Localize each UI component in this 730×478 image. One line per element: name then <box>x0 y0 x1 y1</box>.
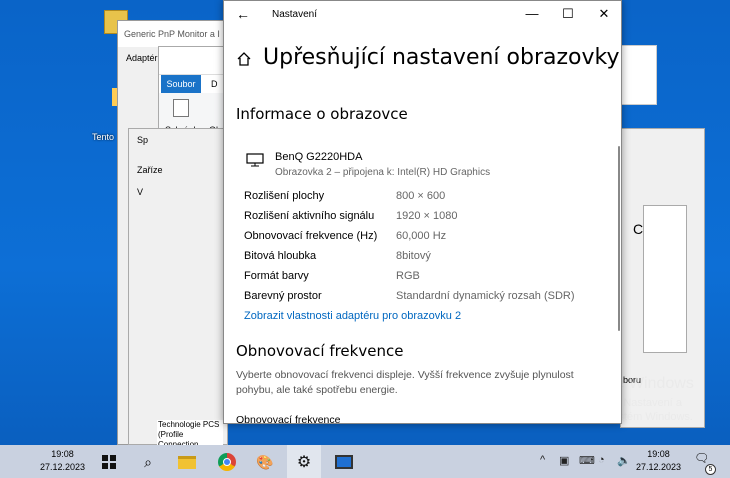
scrollbar[interactable] <box>618 146 620 331</box>
prop-value: 60,000 Hz <box>396 230 447 242</box>
spr-label: Sp <box>137 135 149 145</box>
tab-adapter[interactable]: Adaptér <box>126 53 158 63</box>
prop-value: RGB <box>396 270 420 282</box>
prop-label: Barevný prostor <box>244 290 322 302</box>
desktop-icon-label: Tento <box>92 132 115 142</box>
tab-other[interactable]: D <box>211 75 218 93</box>
display-app-icon[interactable] <box>333 451 355 473</box>
prop-value: 1920 × 1080 <box>396 210 458 222</box>
list-box[interactable] <box>643 205 687 353</box>
right-letter: C <box>633 221 644 237</box>
volume-icon[interactable]: 🔈 <box>617 454 631 467</box>
monitor-icon <box>246 153 264 167</box>
file-explorer-icon[interactable] <box>176 451 198 473</box>
home-icon <box>237 52 251 66</box>
taskbar: 19:08 27.12.2023 ⌕ 🎨 ⚙ ^ ▣ ⌨ ◔ 🔈 19:08 2… <box>0 445 730 478</box>
adapter-properties-link[interactable]: Zobrazit vlastnosti adaptéru pro obrazov… <box>244 310 461 322</box>
prop-label: Rozlišení aktivního signálu <box>244 210 375 222</box>
tab-file[interactable]: Soubor <box>161 75 201 93</box>
page-title: Upřesňující nastavení obrazovky <box>263 45 620 70</box>
back-arrow-icon[interactable]: ← <box>236 6 250 22</box>
app-title: Nastavení <box>272 9 318 20</box>
v-label: V <box>137 187 144 197</box>
prop-label: Bitová hloubka <box>244 250 317 262</box>
clipboard-icon[interactable] <box>173 99 189 117</box>
background-window-top[interactable] <box>620 45 657 105</box>
refresh-rate-label: Obnovovací frekvence <box>236 414 341 424</box>
message-icon: 🗨 <box>694 451 710 465</box>
device-label: Zaříze <box>137 165 163 175</box>
prop-label: Obnovovací frekvence (Hz) <box>244 230 378 242</box>
left-clock: 19:08 27.12.2023 <box>40 448 85 474</box>
close-button[interactable]: ✕ <box>592 6 616 22</box>
clock-time: 19:08 <box>647 449 670 459</box>
clock-date: 27.12.2023 <box>636 462 682 472</box>
title-bar: ← Nastavení — ☐ ✕ <box>224 1 621 29</box>
monitor-connection: Obrazovka 2 – připojena k: Intel(R) HD G… <box>275 167 491 178</box>
notification-center-icon[interactable]: 🗨 5 <box>694 451 716 475</box>
network-icon[interactable]: ◔ <box>598 454 605 466</box>
prop-label: Formát barvy <box>244 270 309 282</box>
pcs-label: Technologie PCS (Profile Connection Spac… <box>157 420 223 459</box>
minimize-button[interactable]: — <box>520 6 544 21</box>
notification-badge: 5 <box>705 464 716 475</box>
prop-value: 8bitový <box>396 250 431 262</box>
refresh-description: Vyberte obnovovací frekvenci displeje. V… <box>236 369 574 396</box>
window-title: Generic PnP Monitor a I <box>118 21 226 47</box>
prop-label: Rozlišení plochy <box>244 190 325 202</box>
prop-value: 800 × 600 <box>396 190 446 202</box>
section-refresh-rate: Obnovovací frekvence <box>236 342 404 360</box>
system-clock[interactable]: 19:08 27.12.2023 <box>636 448 681 474</box>
search-icon[interactable]: ⌕ <box>137 451 159 473</box>
windows-start-icon[interactable] <box>98 451 120 473</box>
settings-gear-icon[interactable]: ⚙ <box>287 445 321 478</box>
paint-icon[interactable]: 🎨 <box>254 451 276 473</box>
chevron-up-icon[interactable]: ^ <box>540 454 545 466</box>
tray-app-icon[interactable]: ▣ <box>559 454 569 467</box>
quick-access-toolbar <box>159 47 227 75</box>
monitor-name: BenQ G2220HDA <box>275 151 363 163</box>
keyboard-icon[interactable]: ⌨ <box>579 454 595 467</box>
prop-value: Standardní dynamický rozsah (SDR) <box>396 290 575 302</box>
maximize-button[interactable]: ☐ <box>556 6 580 22</box>
section-display-info: Informace o obrazovce <box>236 105 408 123</box>
chrome-icon[interactable] <box>216 451 238 473</box>
left-clock-date: 27.12.2023 <box>40 462 86 472</box>
left-clock-time: 19:08 <box>51 449 74 459</box>
settings-window[interactable]: ← Nastavení — ☐ ✕ Upřesňující nastavení … <box>223 0 622 424</box>
color-management-window[interactable]: Sp Zaříze V <box>128 128 228 445</box>
